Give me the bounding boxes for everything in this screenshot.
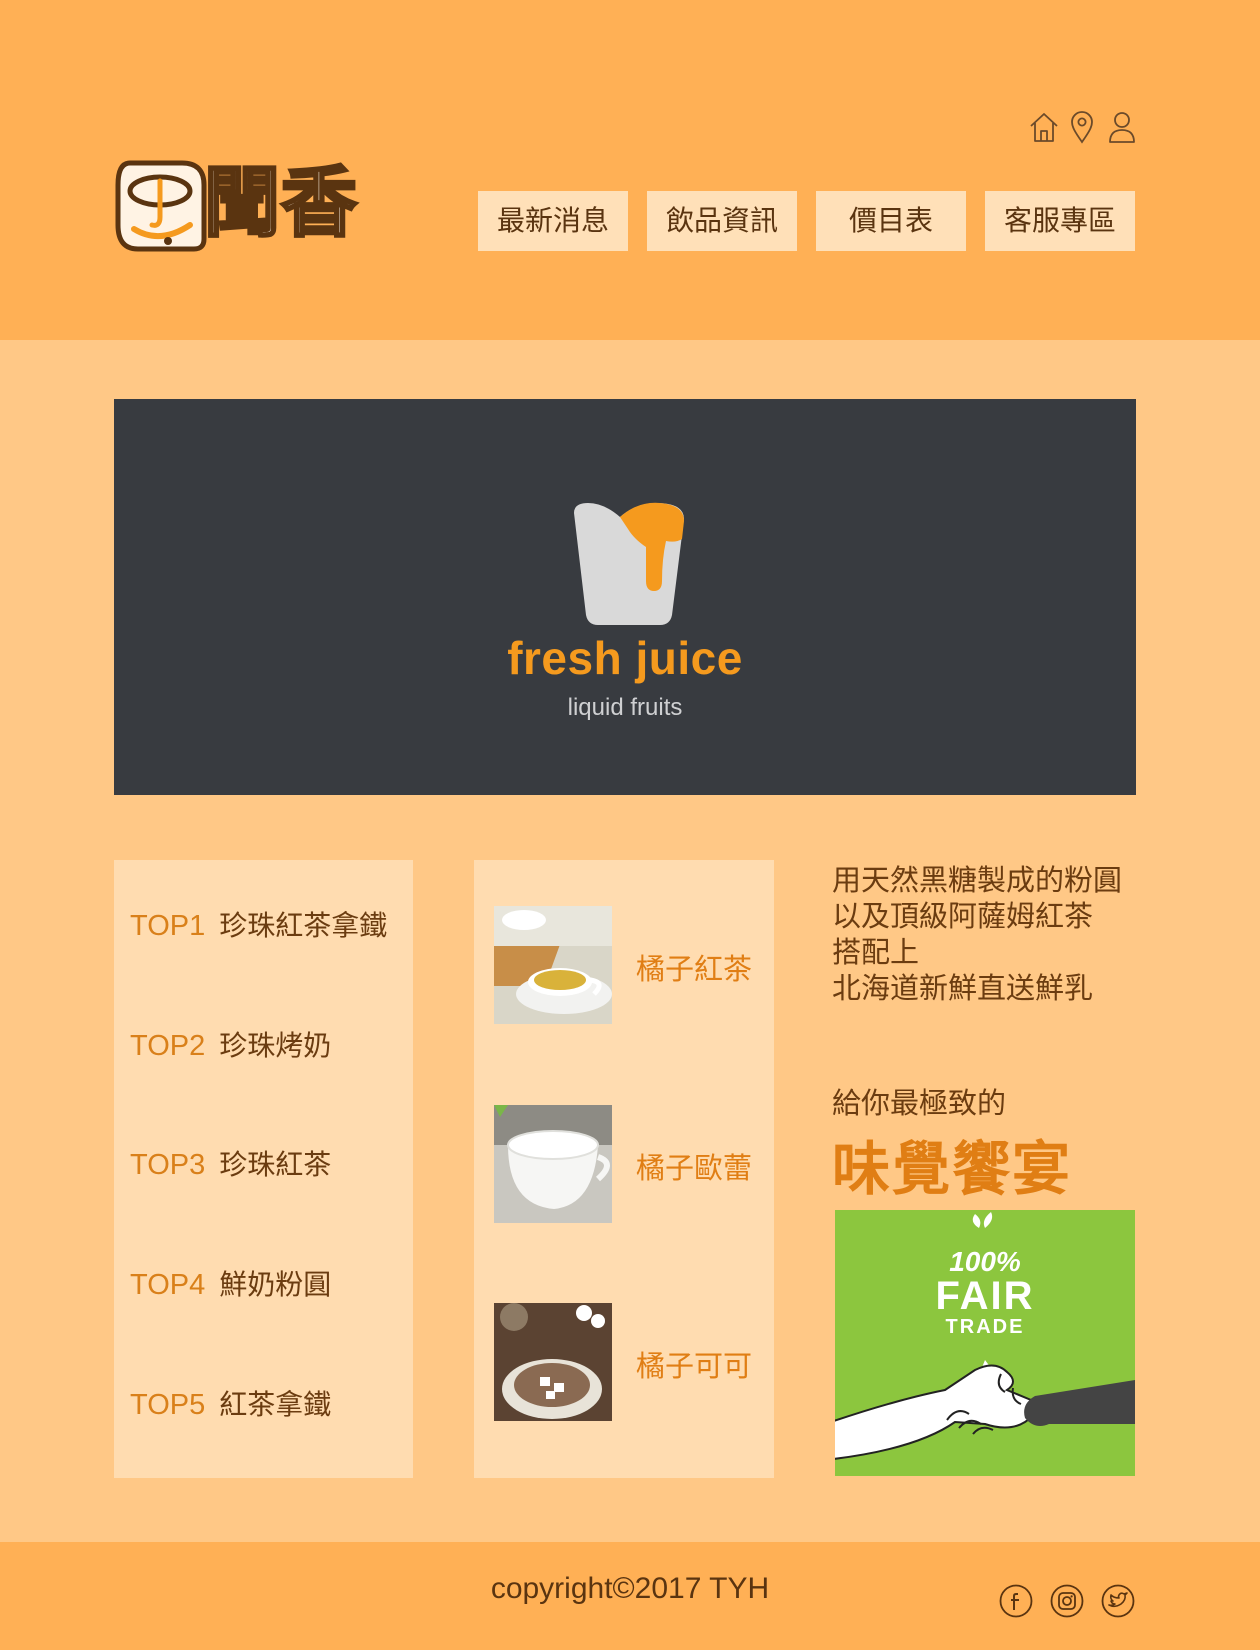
site-logo[interactable]: 聞香 <box>112 155 372 255</box>
ranking-item[interactable]: TOP2 珍珠烤奶 <box>130 1024 331 1064</box>
user-icon[interactable] <box>1106 110 1138 144</box>
header-icon-bar <box>1028 110 1138 146</box>
promo-highlight: 味覺饗宴 <box>832 1135 1073 1203</box>
drink-card[interactable]: 橘子紅茶 <box>494 906 764 1024</box>
hero-banner[interactable]: fresh juice liquid fruits <box>114 399 1136 795</box>
promo-subheading: 給你最極致的 <box>832 1086 1007 1120</box>
main-nav: 最新消息 飲品資訊 價目表 客服專區 <box>478 191 1136 251</box>
drink-name: 橘子歐蕾 <box>636 1151 753 1185</box>
promo-line: 搭配上 <box>832 935 920 969</box>
facebook-icon[interactable] <box>999 1584 1033 1618</box>
ranking-number: TOP5 <box>130 1389 206 1421</box>
juice-cup-icon <box>574 502 684 625</box>
ranking-item[interactable]: TOP1 珍珠紅茶拿鐵 <box>130 904 387 944</box>
logo-text: 聞香 <box>203 157 359 249</box>
cocoa-cup-photo <box>494 1303 612 1421</box>
drink-name: 橘子紅茶 <box>636 952 753 986</box>
site-footer: copyright©2017 TYH <box>0 1542 1260 1650</box>
promo-text-block: 用天然黑糖製成的粉圓 以及頂級阿薩姆紅茶 搭配上 北海道新鮮直送鮮乳 <box>832 862 1142 1006</box>
featured-drinks-panel: 橘子紅茶 橘子歐蕾 橘子可可 <box>474 860 774 1478</box>
logo-mark-icon <box>115 160 207 252</box>
fair-trade-badge[interactable]: 100% FAIR TRADE <box>835 1210 1135 1476</box>
promo-line: 北海道新鮮直送鮮乳 <box>832 971 1094 1005</box>
nav-customer-service-button[interactable]: 客服專區 <box>985 191 1135 251</box>
tea-cup-photo <box>494 906 612 1024</box>
site-header: 聞香 最新消息 飲品資訊 價目表 客服專區 <box>0 0 1260 340</box>
ranking-number: TOP1 <box>130 910 206 942</box>
ranking-drink-name: 珍珠紅茶 <box>219 1148 332 1181</box>
nav-drinks-button[interactable]: 飲品資訊 <box>647 191 797 251</box>
drink-card[interactable]: 橘子可可 <box>494 1303 764 1421</box>
ranking-drink-name: 珍珠紅茶拿鐵 <box>219 909 388 942</box>
ranking-number: TOP3 <box>130 1149 206 1181</box>
fair-trade-title: FAIR <box>935 1274 1035 1318</box>
ranking-item[interactable]: TOP3 珍珠紅茶 <box>130 1143 331 1183</box>
fair-trade-subtitle: TRADE <box>945 1316 1025 1338</box>
top-ranking-panel: TOP1 珍珠紅茶拿鐵 TOP2 珍珠烤奶 TOP3 珍珠紅茶 TOP4 鮮奶粉圓 TO… <box>114 860 413 1478</box>
ranking-item[interactable]: TOP5 紅茶拿鐵 <box>130 1383 331 1423</box>
milk-cup-photo <box>494 1105 612 1223</box>
ranking-item[interactable]: TOP4 鮮奶粉圓 <box>130 1263 331 1303</box>
home-icon[interactable] <box>1028 110 1060 144</box>
location-pin-icon[interactable] <box>1066 110 1098 144</box>
ranking-drink-name: 紅茶拿鐵 <box>219 1388 332 1421</box>
ranking-number: TOP2 <box>130 1030 206 1062</box>
drink-name: 橘子可可 <box>636 1349 753 1383</box>
twitter-icon[interactable] <box>1101 1584 1135 1618</box>
ranking-number: TOP4 <box>130 1269 206 1301</box>
banner-title: fresh juice <box>507 632 743 684</box>
promo-line: 用天然黑糖製成的粉圓 <box>832 863 1123 897</box>
promo-line: 以及頂級阿薩姆紅茶 <box>832 899 1094 933</box>
instagram-icon[interactable] <box>1050 1584 1084 1618</box>
drink-card[interactable]: 橘子歐蕾 <box>494 1105 764 1223</box>
ranking-drink-name: 珍珠烤奶 <box>219 1029 332 1062</box>
ranking-drink-name: 鮮奶粉圓 <box>219 1268 332 1301</box>
nav-news-button[interactable]: 最新消息 <box>478 191 628 251</box>
nav-price-list-button[interactable]: 價目表 <box>816 191 966 251</box>
banner-subtitle: liquid fruits <box>567 694 683 721</box>
